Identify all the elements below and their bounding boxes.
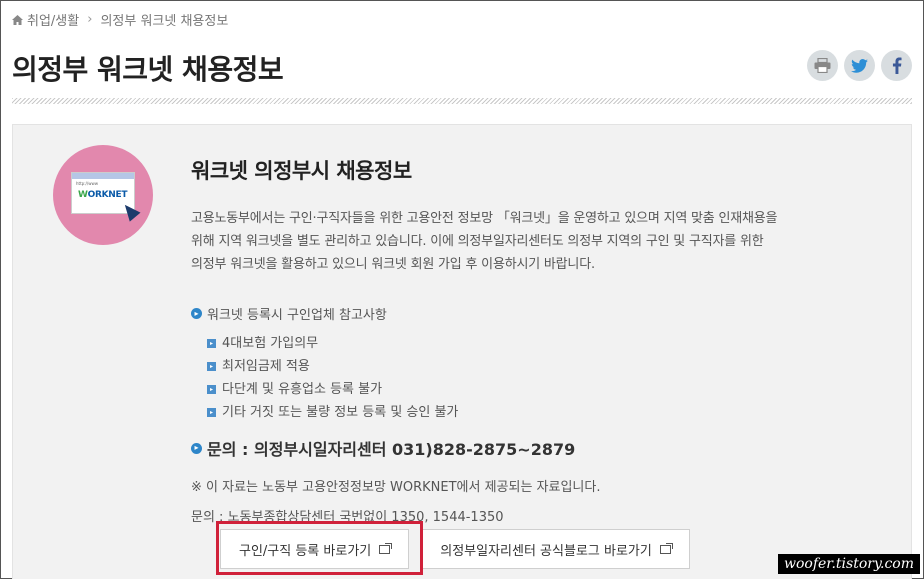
logo-address: http://www (76, 181, 99, 186)
worknet-logo: http://www WORKNET (53, 145, 153, 245)
logo-brand: WORKNET (78, 190, 128, 200)
external-link-icon (379, 542, 393, 554)
list-item: ▸ 다단계 및 유흥업소 등록 불가 (207, 378, 851, 401)
circle-arrow-icon: ▸ (191, 442, 202, 454)
page-title: 의정부 워크넷 채용정보 (12, 53, 284, 86)
facebook-share-button[interactable] (881, 50, 912, 81)
twitter-share-button[interactable] (844, 50, 875, 81)
requirements-list: ▸ 4대보험 가입의무 ▸ 최저임금제 적용 ▸ 다단계 및 유흥업소 등록 불가 ▸… (207, 332, 851, 424)
square-arrow-icon: ▸ (207, 385, 216, 394)
section-heading: 워크넷 의정부시 채용정보 (191, 159, 412, 183)
external-link-icon (659, 542, 673, 554)
content-panel: http://www WORKNET 워크넷 의정부시 채용정보 고용노동부에서… (12, 124, 912, 579)
list-item: ▸ 최저임금제 적용 (207, 355, 851, 378)
share-buttons (807, 50, 912, 81)
description: 고용노동부에서는 구인·구직자들을 위한 고용안전 정보망 「워크넷」을 운영하… (191, 211, 778, 272)
list-item: ▸ 4대보험 가입의무 (207, 332, 851, 355)
register-link-button[interactable]: 구인/구직 등록 바로가기 (220, 529, 410, 569)
facebook-icon (892, 57, 902, 74)
print-button[interactable] (807, 50, 838, 81)
chevron-right-icon: › (87, 12, 93, 27)
link-buttons: 구인/구직 등록 바로가기 의정부일자리센터 공식블로그 바로가기 (220, 529, 690, 569)
blog-link-button[interactable]: 의정부일자리센터 공식블로그 바로가기 (421, 529, 690, 569)
breadcrumb: 취업/생활 › 의정부 워크넷 채용정보 (12, 10, 228, 29)
title-divider (12, 98, 912, 104)
list-item: ▸ 기타 거짓 또는 불량 정보 등록 및 승인 불가 (207, 401, 851, 424)
square-arrow-icon: ▸ (207, 339, 216, 348)
source-note: ※ 이 자료는 노동부 고용안정정보망 WORKNET에서 제공되는 자료입니다… (191, 480, 601, 495)
twitter-icon (851, 58, 868, 73)
register-link-label: 구인/구직 등록 바로가기 (239, 543, 372, 559)
contact-info: ▸ 문의 : 의정부시일자리센터 031)828-2875~2879 (191, 436, 851, 460)
breadcrumb-current: 의정부 워크넷 채용정보 (100, 14, 229, 29)
watermark: woofer.tistory.com (778, 554, 920, 574)
square-arrow-icon: ▸ (207, 362, 216, 371)
content-body: 워크넷 의정부시 채용정보 고용노동부에서는 구인·구직자들을 위한 고용안전 … (191, 155, 851, 525)
breadcrumb-home-link[interactable]: 취업/생활 (27, 10, 79, 29)
circle-arrow-icon: ▸ (191, 308, 202, 319)
print-icon (814, 58, 831, 73)
square-arrow-icon: ▸ (207, 408, 216, 417)
home-icon (12, 14, 23, 25)
support-note: 문의 : 노동부종합상담센터 국번없이 1350, 1544-1350 (191, 510, 504, 525)
bullet-heading: ▸ 워크넷 등록시 구인업체 참고사항 (191, 304, 851, 323)
blog-link-label: 의정부일자리센터 공식블로그 바로가기 (440, 543, 652, 559)
